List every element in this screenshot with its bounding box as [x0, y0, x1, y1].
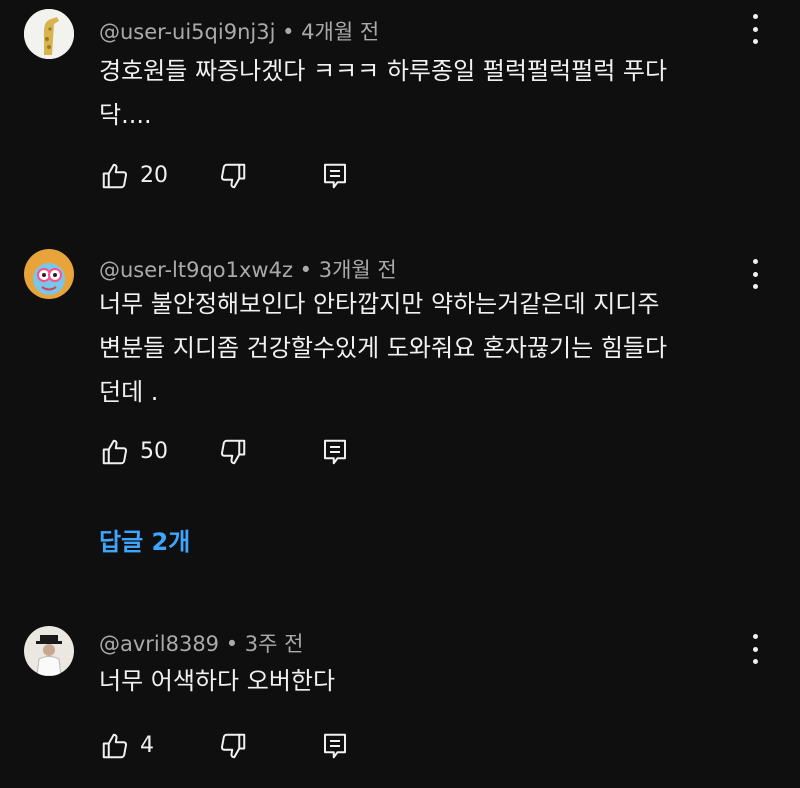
- reply-icon: [324, 439, 346, 465]
- like-button[interactable]: [100, 731, 130, 765]
- dislike-button[interactable]: [218, 731, 248, 765]
- reply-icon: [324, 733, 346, 759]
- thumb-up-icon: [102, 439, 128, 465]
- reply-button[interactable]: [320, 161, 350, 195]
- comment-text: 너무 어색하다 오버한다: [99, 667, 336, 695]
- avatar[interactable]: [24, 9, 74, 59]
- dislike-button[interactable]: [218, 161, 248, 195]
- avatar[interactable]: [24, 626, 74, 676]
- thumb-down-icon: [220, 439, 246, 465]
- character-avatar-image: [24, 249, 74, 299]
- view-replies-link[interactable]: 답글 2개: [99, 522, 190, 557]
- thumb-up-icon: [102, 733, 128, 759]
- dislike-button[interactable]: [218, 437, 248, 471]
- comment-time[interactable]: 3주 전: [245, 632, 304, 656]
- comment-author[interactable]: @user-ui5qi9nj3j: [99, 20, 275, 44]
- giraffe-avatar-image: [24, 9, 74, 59]
- more-vertical-icon[interactable]: [750, 259, 760, 289]
- separator: •: [219, 632, 245, 656]
- comment-time[interactable]: 4개월 전: [301, 20, 379, 44]
- comment-author[interactable]: @user-lt9qo1xw4z: [99, 258, 293, 282]
- like-count: 20: [140, 163, 168, 188]
- comment-author[interactable]: @avril8389: [99, 632, 219, 656]
- more-vertical-icon[interactable]: [750, 14, 760, 44]
- separator: •: [275, 20, 302, 44]
- like-button[interactable]: [100, 161, 130, 195]
- reply-button[interactable]: [320, 731, 350, 765]
- more-vertical-icon[interactable]: [750, 634, 760, 664]
- avatar[interactable]: [24, 249, 74, 299]
- reply-icon: [324, 163, 346, 189]
- figure-avatar-image: [24, 626, 74, 676]
- like-button[interactable]: [100, 437, 130, 471]
- like-count: 4: [140, 733, 154, 758]
- thumb-down-icon: [220, 733, 246, 759]
- thumb-down-icon: [220, 163, 246, 189]
- comment-header: @avril8389 • 3주 전: [99, 628, 303, 658]
- comment-text: 너무 불안정해보인다 안타깝지만 약하는거같은데 지디주 변분들 지디좀 건강할…: [99, 290, 668, 406]
- comment-header: @user-ui5qi9nj3j • 4개월 전: [99, 16, 379, 46]
- like-count: 50: [140, 439, 168, 464]
- comment-header: @user-lt9qo1xw4z • 3개월 전: [99, 254, 397, 284]
- thumb-up-icon: [102, 163, 128, 189]
- comment-text: 경호원들 짜증나겠다 ㅋㅋㅋ 하루종일 펄럭펄럭펄럭 푸다 닥....: [99, 57, 668, 129]
- reply-button[interactable]: [320, 437, 350, 471]
- separator: •: [293, 258, 319, 282]
- comment-time[interactable]: 3개월 전: [319, 258, 397, 282]
